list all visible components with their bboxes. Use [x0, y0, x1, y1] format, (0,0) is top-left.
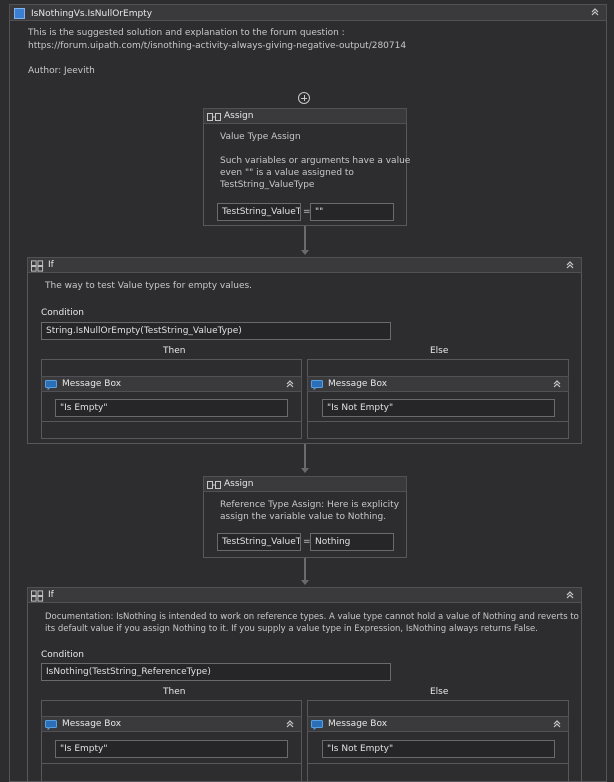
assign-to-field[interactable]: TestString_ValueTyp	[217, 203, 301, 221]
message-text-field[interactable]: "Is Not Empty"	[322, 399, 555, 417]
assign-note: even "" is a value assigned to	[220, 168, 354, 178]
connector-arrow	[301, 468, 309, 473]
else-label: Else	[430, 346, 449, 356]
else-label: Else	[430, 687, 449, 697]
sequence-header[interactable]: IsNothingVs.IsNullOrEmpty	[9, 4, 607, 21]
then-label: Then	[163, 687, 186, 697]
collapse-icon[interactable]	[285, 379, 295, 389]
collapse-icon[interactable]	[565, 590, 575, 600]
then-label: Then	[163, 346, 186, 356]
if-documentation: its default value if you assign Nothing …	[45, 624, 538, 634]
message-box-icon	[45, 380, 57, 390]
assign-to-field[interactable]: TestString_ValueTyp	[217, 533, 301, 551]
if-icon	[31, 590, 44, 602]
message-box-title: Message Box	[62, 719, 122, 729]
message-text-field[interactable]: "Is Not Empty"	[322, 740, 555, 758]
if-documentation: Documentation: IsNothing is intended to …	[45, 612, 579, 622]
message-box-header[interactable]: Message Box	[41, 716, 302, 732]
assign-icon	[207, 112, 221, 122]
if-description: The way to test Value types for empty va…	[45, 281, 253, 291]
assign-header[interactable]: Assign	[203, 476, 407, 492]
sequence-icon	[14, 8, 25, 19]
message-box-title: Message Box	[328, 379, 388, 389]
collapse-icon[interactable]	[552, 379, 562, 389]
if-title: If	[48, 590, 54, 600]
connector	[304, 226, 306, 250]
if-header[interactable]: If	[27, 257, 582, 273]
sequence-author: Author: Jeevith	[28, 66, 95, 76]
condition-input[interactable]: String.IsNullOrEmpty(TestString_ValueTyp…	[41, 322, 391, 340]
collapse-icon[interactable]	[552, 719, 562, 729]
condition-label: Condition	[41, 308, 84, 318]
connector	[304, 558, 306, 580]
sequence-link: https://forum.uipath.com/t/isnothing-act…	[28, 41, 407, 51]
message-box-icon	[311, 720, 323, 730]
assign-title: Assign	[224, 479, 254, 489]
condition-label: Condition	[41, 650, 84, 660]
assign-title: Assign	[224, 111, 254, 121]
message-box-header[interactable]: Message Box	[41, 376, 302, 392]
connector-arrow	[301, 580, 309, 585]
message-box-icon	[311, 380, 323, 390]
message-box-title: Message Box	[328, 719, 388, 729]
assign-note: assign the variable value to Nothing.	[220, 512, 387, 522]
collapse-icon[interactable]	[590, 7, 600, 17]
assign-value-field[interactable]: Nothing	[310, 533, 394, 551]
if-title: If	[48, 260, 54, 270]
sequence-title: IsNothingVs.IsNullOrEmpty	[31, 9, 153, 19]
message-box-header[interactable]: Message Box	[307, 716, 569, 732]
collapse-icon[interactable]	[285, 719, 295, 729]
if-header[interactable]: If	[27, 587, 582, 603]
sequence-description: This is the suggested solution and expla…	[28, 28, 345, 38]
assign-note: TestString_ValueType	[220, 180, 315, 190]
assign-note: Reference Type Assign: Here is explicity	[220, 500, 400, 510]
connector-arrow	[301, 250, 309, 255]
message-text-field[interactable]: "Is Empty"	[55, 399, 288, 417]
message-box-icon	[45, 720, 57, 730]
if-icon	[31, 260, 44, 272]
collapse-icon[interactable]	[565, 260, 575, 270]
connector	[304, 444, 306, 468]
message-box-header[interactable]: Message Box	[307, 376, 569, 392]
assign-header[interactable]: Assign	[203, 108, 407, 124]
add-activity-icon[interactable]	[298, 92, 310, 104]
message-text-field[interactable]: "Is Empty"	[55, 740, 288, 758]
assign-value-field[interactable]: ""	[310, 203, 394, 221]
assign-display-name: Value Type Assign	[220, 132, 301, 142]
assign-icon	[207, 480, 221, 490]
message-box-title: Message Box	[62, 379, 122, 389]
assign-note: Such variables or arguments have a value	[220, 156, 411, 166]
condition-input[interactable]: IsNothing(TestString_ReferenceType)	[41, 663, 391, 681]
